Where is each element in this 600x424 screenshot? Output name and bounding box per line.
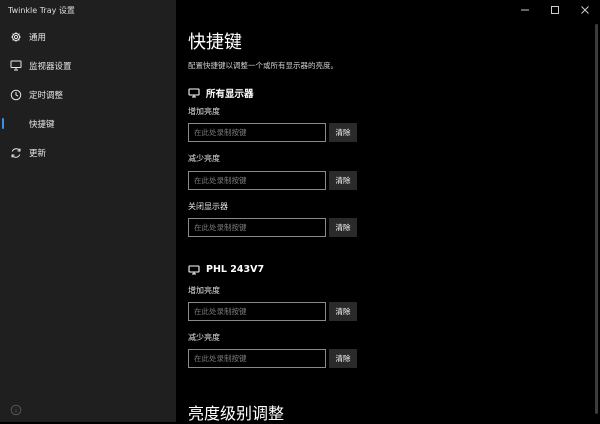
hotkey-input-increase-brightness[interactable] <box>188 302 326 321</box>
clear-button[interactable]: 清除 <box>329 302 357 321</box>
window-title: Twinkle Tray 设置 <box>8 6 75 15</box>
refresh-icon <box>10 147 22 159</box>
sidebar-item-label: 通用 <box>29 32 47 43</box>
sidebar-item-shortcuts[interactable]: 快捷键 <box>0 109 176 138</box>
hotkey-input-decrease-brightness[interactable] <box>188 349 326 368</box>
section-title-brightness-levels: 亮度级别调整 <box>188 404 285 423</box>
sidebar-item-monitor-settings[interactable]: 监视器设置 <box>0 51 176 80</box>
monitor-icon <box>10 60 22 72</box>
hotkey-input-decrease-brightness[interactable] <box>188 171 326 190</box>
sidebar: Twinkle Tray 设置 通用 监视器设置 定时调整 快捷键 更新 <box>0 0 176 422</box>
clear-button[interactable]: 清除 <box>329 171 357 190</box>
field-label-increase-brightness: 增加亮度 <box>188 107 220 116</box>
main-panel: 快捷键 配置快捷键以调整一个或所有显示器的亮度。 所有显示器 增加亮度 清除 减… <box>176 0 600 423</box>
maximize-icon <box>551 6 559 14</box>
minimize-icon <box>521 9 529 11</box>
hotkey-input-increase-brightness[interactable] <box>188 123 326 142</box>
clear-button[interactable]: 清除 <box>329 123 357 142</box>
page-title: 快捷键 <box>188 32 242 53</box>
sidebar-item-label: 快捷键 <box>29 119 55 130</box>
field-label-decrease-brightness: 减少亮度 <box>188 154 220 163</box>
group-name: PHL 243V7 <box>206 264 265 275</box>
scrollbar-thumb[interactable] <box>595 24 598 414</box>
field-label-decrease-brightness: 减少亮度 <box>188 333 220 342</box>
group-name: 所有显示器 <box>206 89 254 100</box>
page-description: 配置快捷键以调整一个或所有显示器的亮度。 <box>188 61 338 70</box>
gear-icon <box>10 31 22 43</box>
field-label-turn-off-monitors: 关闭显示器 <box>188 202 228 211</box>
close-button[interactable] <box>570 0 600 20</box>
info-icon[interactable] <box>10 401 22 416</box>
field-label-increase-brightness: 增加亮度 <box>188 286 220 295</box>
sidebar-item-time-adjust[interactable]: 定时调整 <box>0 80 176 109</box>
sidebar-item-label: 定时调整 <box>29 90 64 101</box>
shortcut-icon <box>10 118 22 130</box>
window-controls <box>510 0 600 20</box>
scrollbar[interactable] <box>595 24 598 418</box>
group-header-phl-243v7: PHL 243V7 <box>188 264 264 275</box>
clear-button[interactable]: 清除 <box>329 218 357 237</box>
maximize-button[interactable] <box>540 0 570 20</box>
minimize-button[interactable] <box>510 0 540 20</box>
sidebar-item-general[interactable]: 通用 <box>0 22 176 51</box>
sidebar-item-label: 监视器设置 <box>29 61 72 72</box>
close-icon <box>581 6 589 14</box>
group-header-all-monitors: 所有显示器 <box>188 86 254 100</box>
monitor-icon <box>188 88 200 98</box>
clock-icon <box>10 89 22 101</box>
clear-button[interactable]: 清除 <box>329 349 357 368</box>
sidebar-item-label: 更新 <box>29 148 47 159</box>
sidebar-item-update[interactable]: 更新 <box>0 138 176 167</box>
hotkey-input-turn-off-monitors[interactable] <box>188 218 326 237</box>
sidebar-nav: 通用 监视器设置 定时调整 快捷键 更新 <box>0 22 176 167</box>
monitor-icon <box>188 264 200 275</box>
